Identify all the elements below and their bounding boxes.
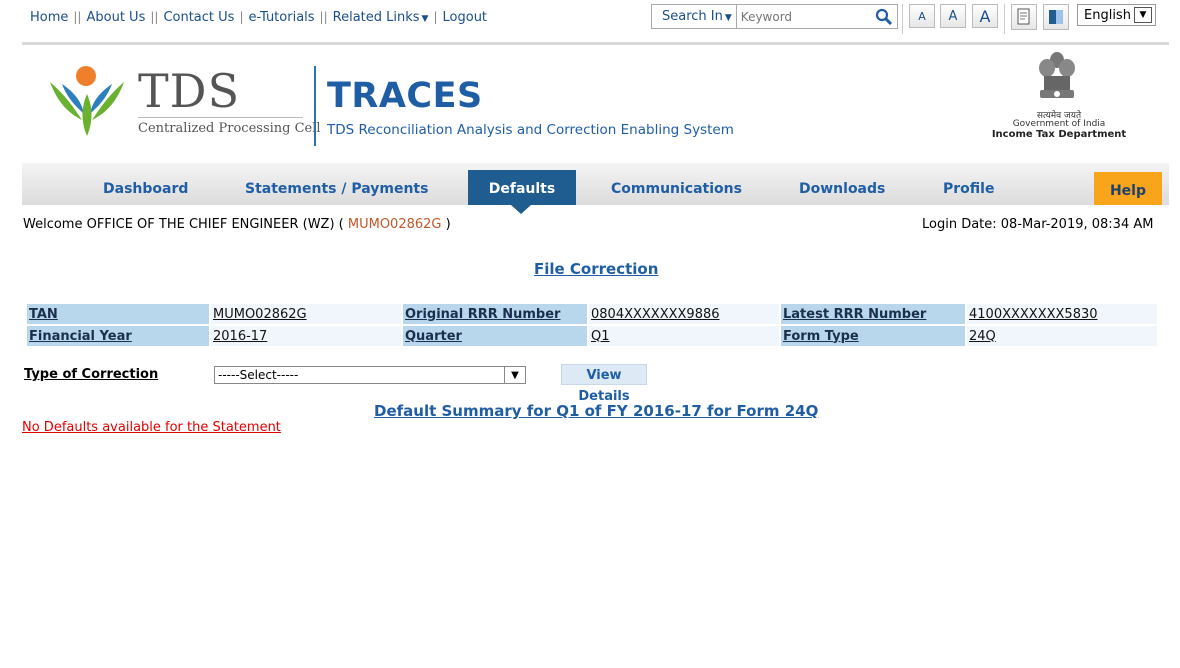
caret-down-icon: ▼: [724, 13, 732, 23]
contrast-icon[interactable]: [1043, 4, 1069, 30]
main-nav: [22, 163, 1169, 205]
language-select[interactable]: English ▼: [1077, 4, 1156, 26]
latest-rrr-label: Latest RRR Number: [781, 304, 965, 324]
default-summary-title: Default Summary for Q1 of FY 2016-17 for…: [374, 402, 819, 420]
quarter-label: Quarter: [403, 326, 587, 346]
chevron-down-icon: ▼: [1134, 7, 1152, 23]
logout-link[interactable]: Logout: [443, 10, 488, 25]
font-medium-button[interactable]: A: [940, 4, 966, 28]
search-icon[interactable]: [871, 5, 897, 28]
national-emblem-icon: [1034, 50, 1080, 112]
form-type-label: Form Type: [781, 326, 965, 346]
print-icon[interactable]: [1011, 4, 1037, 30]
nav-dashboard[interactable]: Dashboard: [103, 181, 188, 197]
welcome-suffix: ): [445, 217, 451, 232]
separator: |: [433, 10, 438, 24]
statement-info-table: TAN MUMO02862G Original RRR Number 0804X…: [25, 302, 1159, 348]
contact-us-link[interactable]: Contact Us: [163, 10, 234, 25]
tan-label: TAN: [27, 304, 209, 324]
gov-name: Government of India: [1012, 119, 1106, 129]
correction-type-value: -----Select-----: [218, 368, 299, 382]
search-in-dropdown[interactable]: Search In ▼: [652, 5, 737, 28]
help-button[interactable]: Help: [1094, 172, 1162, 205]
nav-communications[interactable]: Communications: [611, 181, 742, 197]
view-details-button[interactable]: View Details: [561, 364, 647, 404]
financial-year-label: Financial Year: [27, 326, 209, 346]
related-links-menu[interactable]: Related Links ▼: [333, 10, 429, 25]
app-fullname: TDS Reconciliation Analysis and Correcti…: [327, 122, 734, 138]
top-bar: Home || About Us || Contact Us | e-Tutorials ||…: [22, 0, 1169, 45]
no-defaults-message: No Defaults available for the Statement: [22, 420, 281, 435]
separator: ||: [319, 10, 328, 24]
tds-logo-icon: [44, 64, 132, 142]
nav-defaults[interactable]: Defaults: [468, 170, 576, 205]
tds-logo-text: TDS: [138, 64, 241, 118]
separator: ||: [73, 10, 82, 24]
table-row: TAN MUMO02862G Original RRR Number 0804X…: [27, 304, 1157, 324]
active-tab-arrow: [511, 205, 531, 214]
font-large-button[interactable]: A: [972, 4, 998, 28]
header-divider: [314, 66, 316, 146]
nav-statements-payments[interactable]: Statements / Payments: [245, 181, 428, 197]
original-rrr-label: Original RRR Number: [403, 304, 587, 324]
e-tutorials-link[interactable]: e-Tutorials: [248, 10, 314, 25]
tds-subtitle: Centralized Processing Cell: [138, 121, 321, 136]
tan-value: MUMO02862G: [211, 304, 401, 324]
about-us-link[interactable]: About Us: [86, 10, 145, 25]
separator: |: [239, 10, 244, 24]
nav-downloads[interactable]: Downloads: [799, 181, 885, 197]
quarter-value: Q1: [589, 326, 779, 346]
language-value: English: [1084, 7, 1131, 23]
search-in-label: Search In: [662, 9, 723, 24]
form-type-value: 24Q: [967, 326, 1157, 346]
top-links: Home || About Us || Contact Us | e-Tutorials ||…: [30, 10, 487, 25]
separator: ||: [150, 10, 159, 24]
welcome-prefix: Welcome OFFICE OF THE CHIEF ENGINEER (WZ…: [23, 217, 344, 232]
welcome-message: Welcome OFFICE OF THE CHIEF ENGINEER (WZ…: [23, 217, 451, 232]
original-rrr-value: 0804XXXXXXX9886: [589, 304, 779, 324]
user-tan: MUMO02862G: [347, 217, 442, 232]
latest-rrr-value: 4100XXXXXXX5830: [967, 304, 1157, 324]
related-links-label: Related Links: [332, 10, 420, 25]
financial-year-value: 2016-17: [211, 326, 401, 346]
dept-name: Income Tax Department: [991, 129, 1127, 140]
nav-profile[interactable]: Profile: [943, 181, 994, 197]
app-title: TRACES: [327, 76, 483, 116]
home-link[interactable]: Home: [30, 10, 68, 25]
page-title: File Correction: [534, 260, 659, 278]
search-input[interactable]: [736, 6, 871, 27]
chevron-down-icon: ▼: [504, 367, 525, 383]
search-box: Search In ▼: [651, 4, 898, 29]
divider: [1004, 4, 1005, 34]
correction-type-select[interactable]: -----Select----- ▼: [214, 366, 526, 384]
tds-logo-line: [138, 117, 303, 118]
table-row: Financial Year 2016-17 Quarter Q1 Form T…: [27, 326, 1157, 346]
correction-type-label: Type of Correction: [24, 367, 159, 382]
caret-down-icon: ▼: [421, 14, 429, 24]
divider: [902, 4, 903, 34]
login-date: Login Date: 08-Mar-2019, 08:34 AM: [922, 217, 1154, 232]
font-small-button[interactable]: A: [909, 4, 935, 28]
